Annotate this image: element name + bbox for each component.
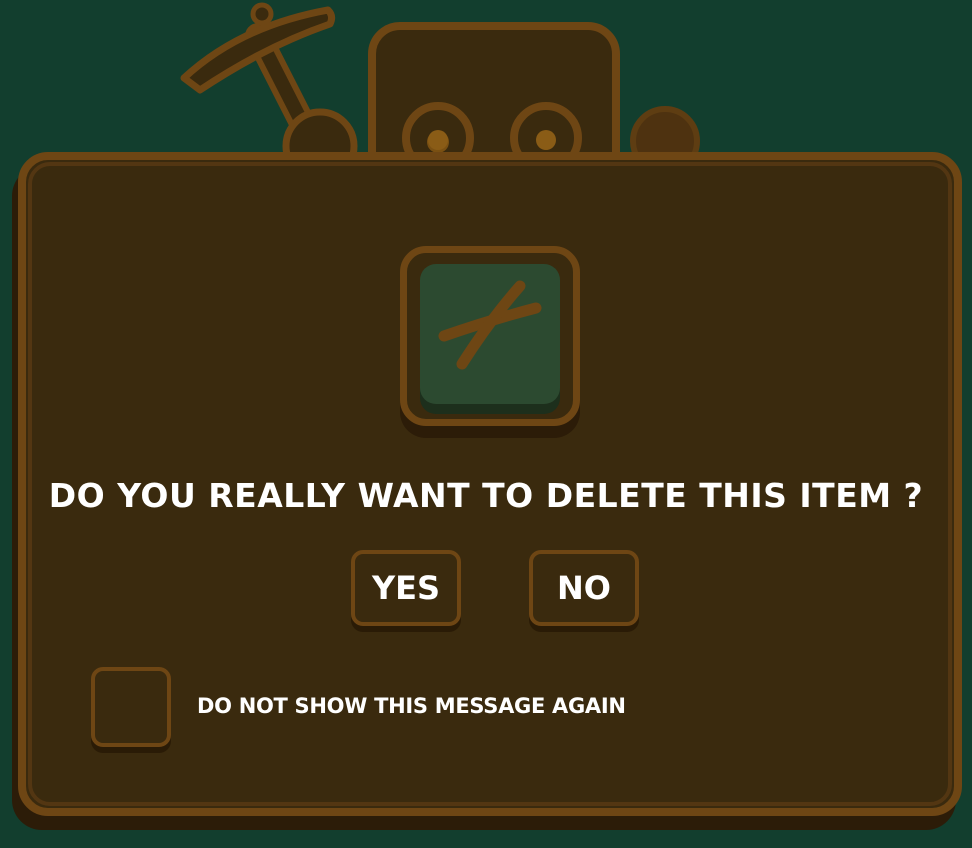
do-not-show-again-checkbox[interactable] [91, 667, 171, 747]
yes-button[interactable]: YES [351, 550, 461, 626]
no-button[interactable]: NO [529, 550, 639, 626]
delete-item-dialog-screen: DO YOU REALLY WANT TO DELETE THIS ITEM ?… [0, 0, 972, 848]
checkbox-label: DO NOT SHOW THIS MESSAGE AGAIN [197, 694, 626, 718]
item-slot [420, 264, 560, 404]
crossed-sticks-icon [438, 280, 542, 370]
dialog-question: DO YOU REALLY WANT TO DELETE THIS ITEM ? [48, 476, 924, 515]
